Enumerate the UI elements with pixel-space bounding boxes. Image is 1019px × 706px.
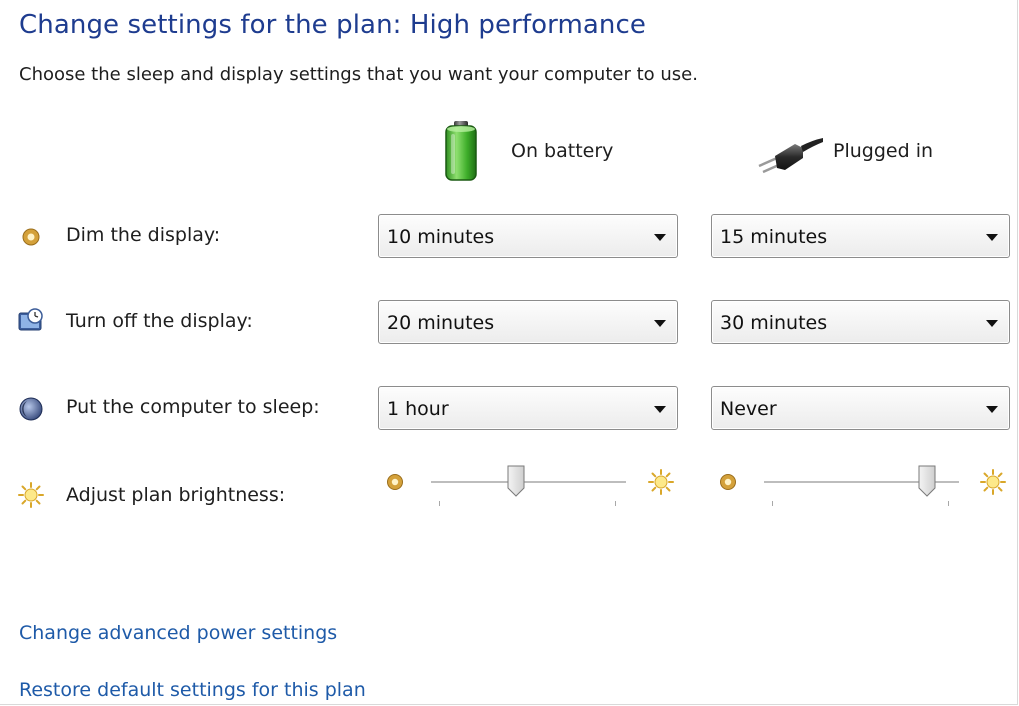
selected-value: 1 hour (387, 398, 449, 420)
chevron-down-icon (654, 234, 666, 241)
chevron-down-icon (986, 234, 998, 241)
slider-thumb[interactable] (918, 465, 936, 497)
brightness-battery-slider[interactable] (431, 464, 626, 510)
sleep-battery-select[interactable]: 1 hour (378, 386, 678, 430)
selected-value: 10 minutes (387, 226, 495, 248)
control-panel-frame (0, 0, 1018, 705)
sleep-moon-icon (18, 396, 44, 422)
chevron-down-icon (986, 320, 998, 327)
slider-thumb[interactable] (507, 465, 525, 497)
brightness-low-icon (717, 471, 739, 493)
slider-tick (439, 501, 440, 506)
selected-value: 20 minutes (387, 312, 495, 334)
brightness-plugged-slider[interactable] (764, 464, 959, 510)
page-description: Choose the sleep and display settings th… (19, 64, 698, 85)
slider-tick (615, 501, 616, 506)
dim-display-label: Dim the display: (66, 224, 221, 246)
dim-display-battery-select[interactable]: 10 minutes (378, 214, 678, 258)
turn-off-display-battery-select[interactable]: 20 minutes (378, 300, 678, 344)
slider-tick (948, 501, 949, 506)
sleep-label: Put the computer to sleep: (66, 396, 320, 418)
brightness-low-icon (384, 471, 406, 493)
brightness-sun-icon (18, 482, 44, 508)
dim-display-icon (18, 224, 44, 250)
sleep-plugged-select[interactable]: Never (711, 386, 1010, 430)
turn-off-display-plugged-select[interactable]: 30 minutes (711, 300, 1010, 344)
brightness-high-icon (648, 469, 674, 495)
advanced-power-settings-link[interactable]: Change advanced power settings (19, 622, 337, 644)
power-plug-icon (755, 136, 825, 174)
chevron-down-icon (654, 320, 666, 327)
dim-display-plugged-select[interactable]: 15 minutes (711, 214, 1010, 258)
plugged-in-header: Plugged in (833, 140, 934, 162)
selected-value: Never (720, 398, 777, 420)
turn-off-display-label: Turn off the display: (66, 310, 253, 332)
page-title: Change settings for the plan: High perfo… (19, 10, 646, 40)
on-battery-header: On battery (511, 140, 614, 162)
brightness-high-icon (980, 469, 1006, 495)
brightness-label: Adjust plan brightness: (66, 484, 286, 506)
restore-defaults-link[interactable]: Restore default settings for this plan (19, 679, 366, 701)
battery-icon (443, 120, 479, 182)
selected-value: 15 minutes (720, 226, 828, 248)
slider-track (431, 481, 626, 484)
chevron-down-icon (654, 406, 666, 413)
monitor-clock-icon (18, 308, 44, 334)
chevron-down-icon (986, 406, 998, 413)
slider-tick (772, 501, 773, 506)
selected-value: 30 minutes (720, 312, 828, 334)
